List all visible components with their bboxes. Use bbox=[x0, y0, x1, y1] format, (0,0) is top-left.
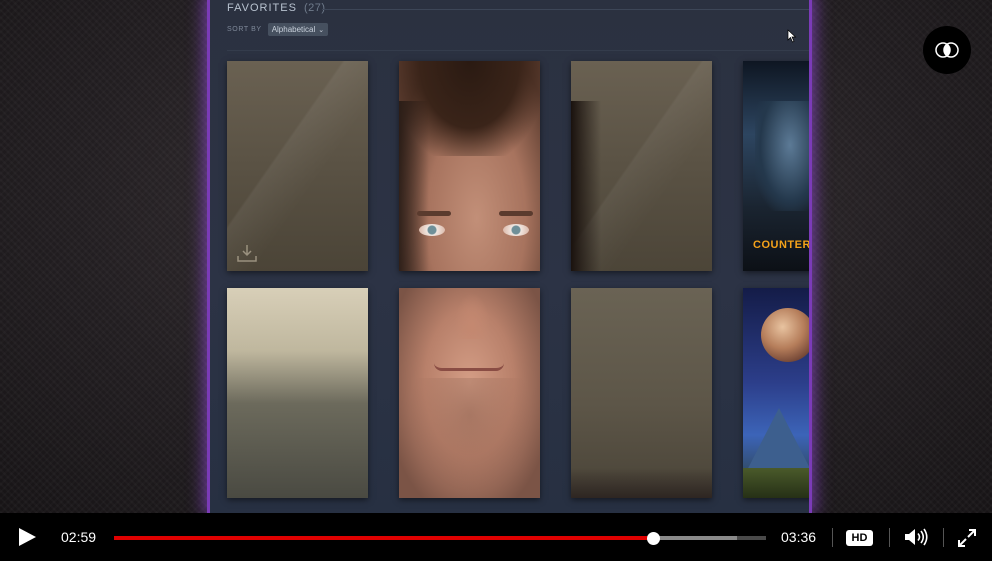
volume-icon[interactable] bbox=[903, 527, 929, 547]
tile-counter-strike[interactable]: COUNTER bbox=[743, 61, 811, 271]
shoulder-region bbox=[571, 468, 712, 498]
chevron-down-icon: ⌄ bbox=[318, 26, 325, 34]
video-frame[interactable]: FAVORITES (27) SORT BY Alphabetical ⌄ CO… bbox=[0, 0, 992, 513]
played-bar bbox=[114, 536, 654, 540]
left-brow bbox=[417, 211, 451, 216]
hair-side-region bbox=[399, 101, 429, 271]
sort-row: SORT BY Alphabetical ⌄ bbox=[227, 23, 329, 36]
tile-wall-1[interactable] bbox=[227, 61, 368, 271]
sort-dropdown[interactable]: Alphabetical ⌄ bbox=[267, 23, 329, 36]
tile-window-blur[interactable] bbox=[227, 288, 368, 498]
favorites-heading: FAVORITES (27) bbox=[227, 2, 326, 14]
favorites-title: FAVORITES bbox=[227, 2, 297, 14]
current-time: 02:59 bbox=[61, 529, 97, 545]
overlay-toggle-icon bbox=[935, 42, 959, 58]
chin-region bbox=[409, 378, 530, 498]
tile-wall-3[interactable] bbox=[571, 288, 712, 498]
play-icon[interactable] bbox=[16, 527, 38, 547]
total-time: 03:36 bbox=[781, 529, 817, 545]
separator bbox=[943, 528, 944, 547]
right-eye bbox=[503, 224, 529, 236]
separator bbox=[832, 528, 833, 547]
sort-dropdown-value: Alphabetical bbox=[271, 25, 316, 34]
ground bbox=[743, 468, 809, 498]
hair-edge bbox=[571, 101, 601, 271]
tile-face-mouth[interactable] bbox=[399, 288, 540, 498]
mouth-region bbox=[434, 363, 504, 371]
counter-strike-logo-text: COUNTER bbox=[753, 239, 811, 251]
sort-by-label: SORT BY bbox=[227, 26, 262, 33]
heading-rule bbox=[322, 9, 809, 10]
soldier-figure bbox=[755, 101, 809, 211]
planet bbox=[761, 308, 809, 362]
tile-wall-2[interactable] bbox=[571, 61, 712, 271]
favorites-panel: FAVORITES (27) SORT BY Alphabetical ⌄ CO… bbox=[207, 0, 812, 513]
tile-face-eyes[interactable] bbox=[399, 61, 540, 271]
hd-button[interactable]: HD bbox=[846, 530, 873, 546]
left-eye bbox=[419, 224, 445, 236]
scrubber-handle[interactable] bbox=[646, 531, 660, 545]
player-controls: 02:59 03:36 HD bbox=[0, 513, 992, 561]
favorites-count: (27) bbox=[303, 2, 326, 14]
progress-bar[interactable] bbox=[114, 531, 766, 545]
fullscreen-icon[interactable] bbox=[957, 528, 977, 548]
download-icon[interactable] bbox=[236, 243, 258, 263]
overlay-toggle-button[interactable] bbox=[923, 26, 971, 74]
right-brow bbox=[499, 211, 533, 216]
nose-region bbox=[454, 293, 490, 339]
separator bbox=[889, 528, 890, 547]
section-divider bbox=[227, 50, 809, 51]
tile-planet-landscape[interactable] bbox=[743, 288, 809, 498]
mouse-cursor-icon bbox=[787, 29, 797, 43]
